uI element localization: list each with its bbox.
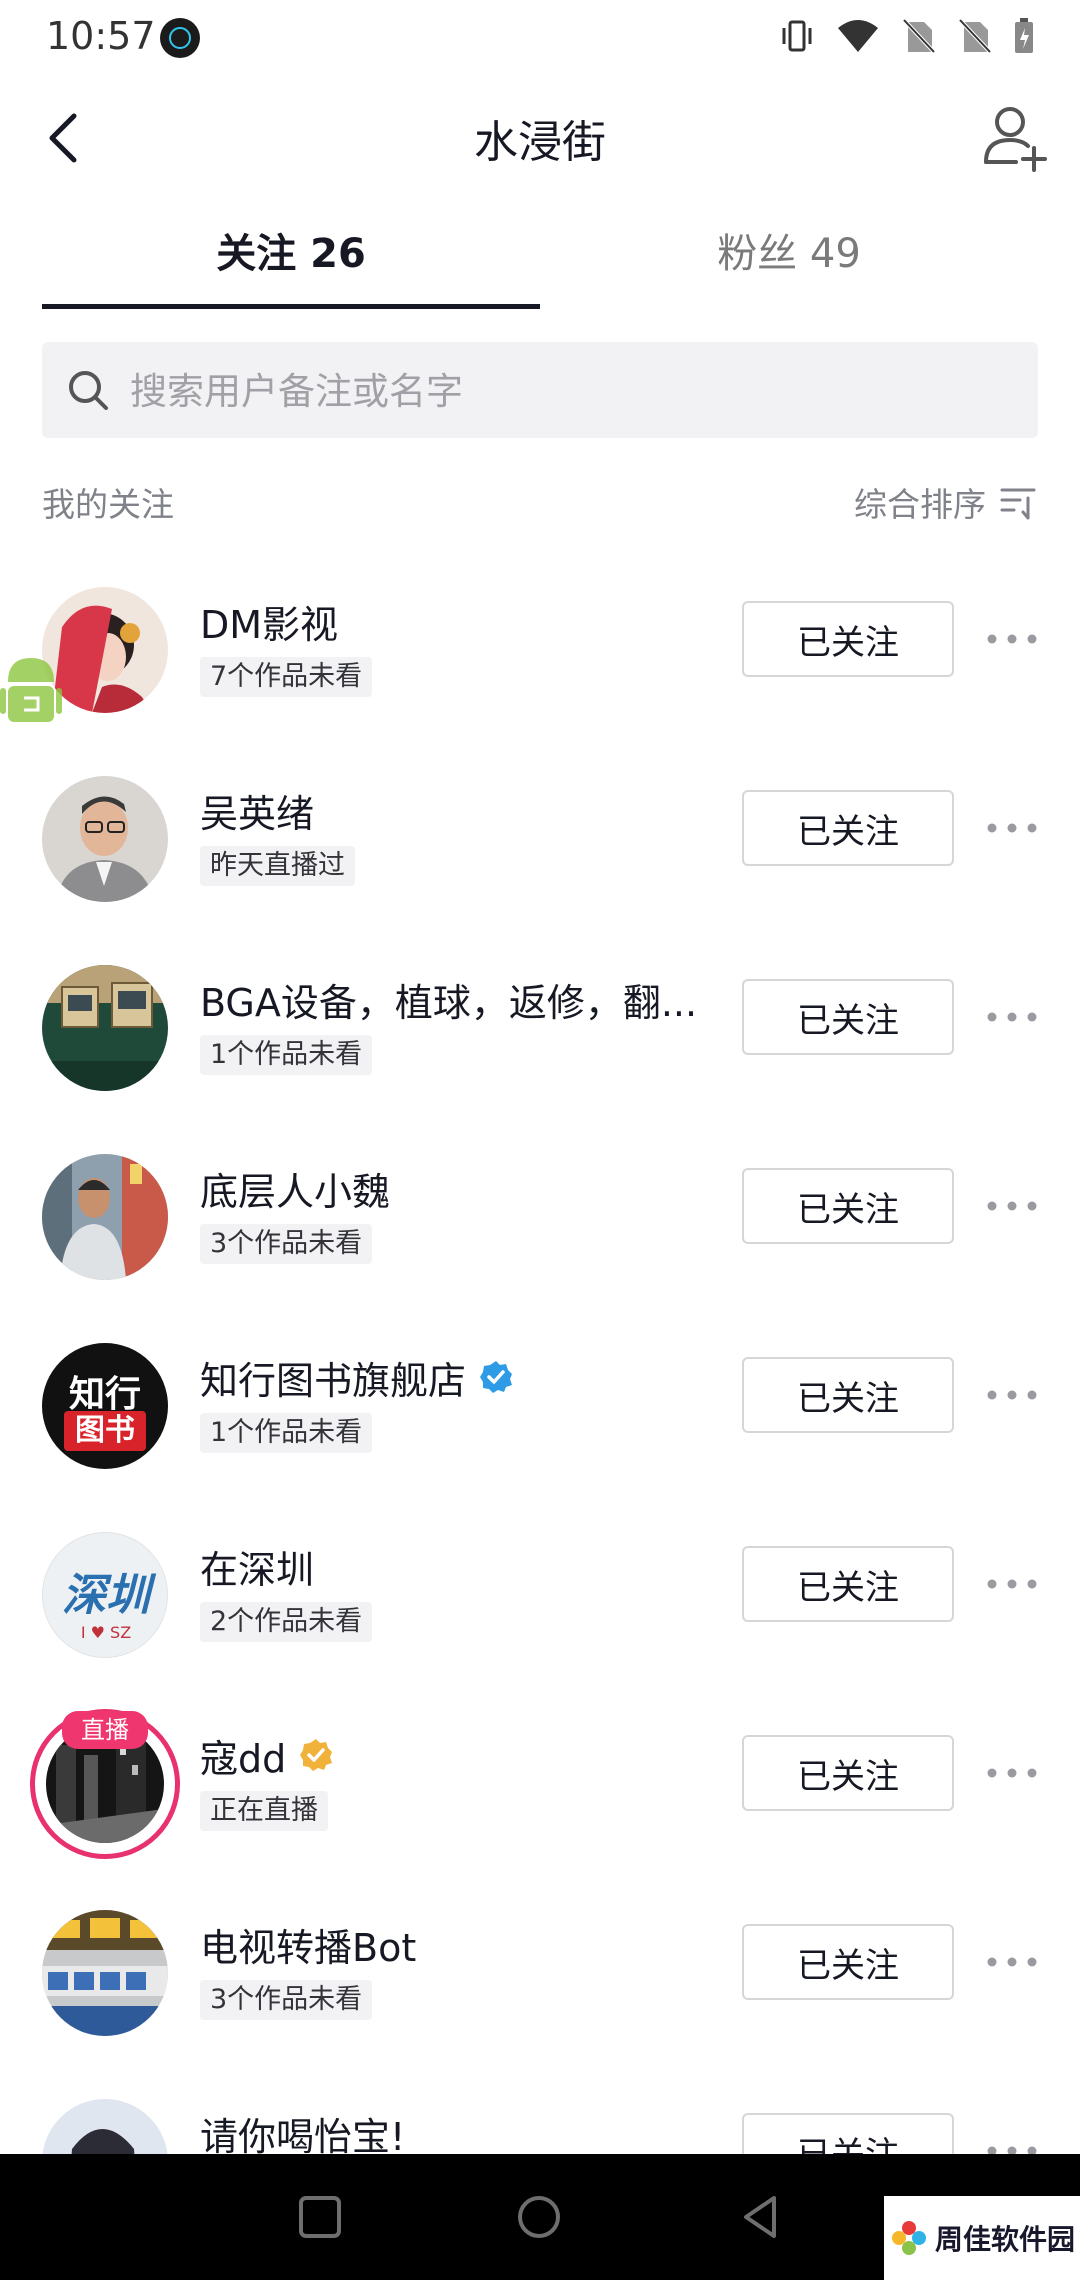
page-title: 水浸街: [474, 117, 606, 168]
more-icon[interactable]: [980, 1562, 1044, 1606]
sort-button[interactable]: 综合排序: [854, 478, 1038, 526]
verified-gold-icon: [300, 1739, 333, 1771]
user-name: 请你喝怡宝!: [200, 2114, 406, 2159]
tab-followers[interactable]: 粉丝 49: [540, 214, 1038, 306]
search-icon: [69, 371, 108, 410]
list-item[interactable]: 吴英绪 昨天直播过 已关注: [0, 754, 1080, 943]
followed-button[interactable]: 已关注: [742, 1735, 954, 1811]
avatar-logo-subtext: I ♥ SZ: [80, 1623, 132, 1642]
vibrate-icon: [780, 18, 814, 54]
followed-button[interactable]: 已关注: [742, 790, 954, 866]
status-tag: 7个作品未看: [200, 657, 373, 697]
add-user-icon: [984, 107, 1047, 172]
status-tag: 昨天直播过: [200, 846, 355, 886]
sort-icon: [1000, 488, 1036, 520]
tab-bar: 关注 26 粉丝 49: [42, 214, 1038, 310]
avatar[interactable]: [42, 776, 168, 902]
watermark: 周佳软件园: [884, 2196, 1080, 2280]
user-name: 吴英绪: [200, 791, 315, 836]
status-tag: 1个作品未看: [200, 1413, 373, 1453]
battery-icon: [1014, 18, 1034, 54]
status-tag: 3个作品未看: [200, 1980, 373, 2020]
list-item[interactable]: 底层人小魏 3个作品未看 已关注: [0, 1132, 1080, 1321]
no-sim-icon: [902, 18, 936, 54]
followed-button[interactable]: 已关注: [742, 1924, 954, 2000]
home-button[interactable]: [514, 2192, 564, 2242]
avatar-logo-text: 图书: [64, 1411, 146, 1451]
search-bar: [42, 342, 1038, 440]
no-sim-icon-2: [958, 18, 992, 54]
more-icon[interactable]: [980, 995, 1044, 1039]
watermark-logo-icon: [891, 2221, 926, 2255]
tab-indicator: [42, 304, 540, 309]
avatar[interactable]: 深圳 I ♥ SZ: [42, 1532, 168, 1658]
more-icon[interactable]: [980, 1940, 1044, 1984]
followed-button[interactable]: 已关注: [742, 601, 954, 677]
tab-following[interactable]: 关注 26: [42, 214, 540, 306]
search-input[interactable]: [128, 342, 1012, 440]
add-friend-button[interactable]: [980, 102, 1052, 174]
avatar-logo-text: 知行: [68, 1373, 141, 1415]
android-overlay-icon: [0, 658, 62, 722]
more-icon[interactable]: [980, 1184, 1044, 1228]
status-tag: 1个作品未看: [200, 1035, 373, 1075]
status-tag: 正在直播: [200, 1791, 328, 1831]
status-time: 10:57: [46, 14, 156, 58]
back-nav-button[interactable]: [736, 2192, 786, 2242]
user-name: 在深圳: [200, 1547, 315, 1592]
user-name: 电视转播Bot: [200, 1925, 417, 1970]
status-bar: 10:57: [0, 0, 1080, 80]
app-notification-icon: [160, 18, 200, 58]
more-icon[interactable]: [980, 1751, 1044, 1795]
user-name: 底层人小魏: [200, 1169, 391, 1214]
more-icon[interactable]: [980, 806, 1044, 850]
followed-button[interactable]: 已关注: [742, 1168, 954, 1244]
user-name: BGA设备，植球，返修，翻...: [200, 980, 698, 1025]
followed-button[interactable]: 已关注: [742, 1357, 954, 1433]
sort-label: 综合排序: [854, 485, 986, 524]
list-item[interactable]: 知行 图书 知行图书旗舰店 1个作品未看 已关注: [0, 1321, 1080, 1510]
list-item[interactable]: DM影视 7个作品未看 已关注: [0, 565, 1080, 754]
avatar[interactable]: [42, 965, 168, 1091]
more-icon[interactable]: [980, 617, 1044, 661]
status-icons: [780, 18, 1034, 54]
more-icon[interactable]: [980, 1373, 1044, 1417]
followed-button[interactable]: 已关注: [742, 979, 954, 1055]
followed-button[interactable]: 已关注: [742, 1546, 954, 1622]
avatar[interactable]: 知行 图书: [42, 1343, 168, 1469]
user-name: 寇dd: [200, 1736, 287, 1781]
status-tag: 3个作品未看: [200, 1224, 373, 1264]
list-item[interactable]: BGA设备，植球，返修，翻... 1个作品未看 已关注: [0, 943, 1080, 1132]
watermark-text: 周佳软件园: [934, 2223, 1075, 2256]
list-item[interactable]: 电视转播Bot 3个作品未看 已关注: [0, 1888, 1080, 2077]
avatar[interactable]: [42, 1910, 168, 2036]
verified-blue-icon: [480, 1361, 513, 1393]
user-name: DM影视: [200, 602, 339, 647]
user-name: 知行图书旗舰店: [200, 1358, 467, 1403]
avatar-logo-text: 深圳: [62, 1570, 150, 1621]
wifi-icon: [836, 18, 880, 54]
list-item[interactable]: 深圳 I ♥ SZ 在深圳 2个作品未看 已关注: [0, 1510, 1080, 1699]
list-item[interactable]: 直播 寇dd 正在直播 已关注: [0, 1699, 1080, 1888]
status-tag: 2个作品未看: [200, 1602, 373, 1642]
section-title: 我的关注: [42, 485, 174, 524]
live-badge: 直播: [62, 1711, 148, 1749]
section-header: 我的关注 综合排序: [42, 478, 1038, 538]
recents-button[interactable]: [295, 2192, 345, 2242]
header: 水浸街: [0, 80, 1080, 196]
avatar[interactable]: [42, 1154, 168, 1280]
